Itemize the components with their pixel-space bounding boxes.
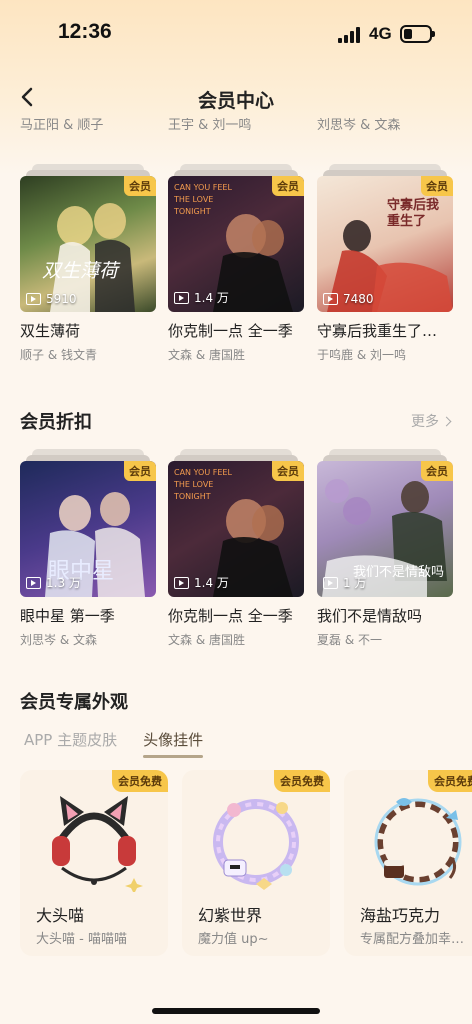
status-bar: 12:36 4G <box>0 0 472 70</box>
tab-app-theme[interactable]: APP 主题皮肤 <box>24 729 117 750</box>
drama-title[interactable]: 眼中星 第一季 <box>20 605 170 626</box>
drama-title[interactable]: 我们不是情敌吗 <box>317 605 467 626</box>
cover-text: 双生薄荷 <box>42 260 119 282</box>
drama-cast: 文森 & 唐国胜 <box>168 348 245 362</box>
avatar-frame-card[interactable]: 会员免费 大头喵 大头喵 - 喵喵喵 <box>20 770 168 956</box>
play-count-icon <box>26 293 41 305</box>
play-count-icon <box>174 291 189 304</box>
drama-cast: 顺子 & 钱文青 <box>20 348 97 362</box>
frame-description: 魔力值 up~ <box>198 932 269 947</box>
play-count-value: 1.3 万 <box>46 576 81 590</box>
cover-image[interactable]: 双生薄荷 会员 5910 <box>20 176 156 312</box>
frame-name: 大头喵 <box>36 906 85 925</box>
frame-name: 幻紫世界 <box>198 906 263 925</box>
cover-image[interactable]: 守寡后我重生了 会员 7480 <box>317 176 453 312</box>
frame-description: 大头喵 - 喵喵喵 <box>36 932 127 947</box>
vip-badge: 会员 <box>421 176 453 196</box>
play-count: 1.3 万 <box>26 574 81 591</box>
play-count-value: 1.4 万 <box>194 576 229 590</box>
section-title-appearance: 会员专属外观 <box>20 692 128 713</box>
play-count-value: 5910 <box>46 292 77 306</box>
signal-icon <box>338 27 362 43</box>
chevron-right-icon <box>441 416 452 426</box>
scrolled-cast-row: 马正阳 & 顺子 王宇 & 刘一鸣 刘思岑 & 文森 <box>0 118 472 134</box>
vip-badge: 会员 <box>124 176 156 196</box>
play-count: 7480 <box>323 292 374 306</box>
nav-bar: 会员中心 <box>0 72 472 124</box>
drama-cast: 刘思岑 & 文森 <box>20 633 97 647</box>
frame-description: 专属配方叠加幸… <box>360 932 465 947</box>
drama-title[interactable]: 守寡后我重生了… <box>317 320 467 341</box>
play-count: 1.4 万 <box>174 289 229 306</box>
avatar-frame-card[interactable]: 会员免费 海盐巧克力 专属配方叠加幸… <box>344 770 472 956</box>
vip-badge: 会员 <box>421 461 453 481</box>
drama-cast: 于呜鹿 & 刘一鸣 <box>317 348 406 362</box>
play-count: 1 万 <box>323 574 366 591</box>
status-time: 12:36 <box>58 20 112 43</box>
play-count-icon <box>323 293 338 305</box>
appearance-tabs: APP 主题皮肤 头像挂件 <box>24 729 204 758</box>
vip-badge: 会员 <box>124 461 156 481</box>
cover-text: CAN YOU FEEL THE LOVE TONIGHT <box>174 183 232 216</box>
sea-salt-chocolate-frame-icon <box>366 788 470 892</box>
tab-avatar-frame[interactable]: 头像挂件 <box>143 729 204 758</box>
network-label: 4G <box>369 24 392 43</box>
drama-title[interactable]: 你克制一点 全一季 <box>168 605 318 626</box>
play-count-value: 7480 <box>343 292 374 306</box>
battery-icon <box>400 25 435 43</box>
cover-image[interactable]: 我们不是情敌吗 会员 1 万 <box>317 461 453 597</box>
cast-text: 刘思岑 & 文森 <box>317 118 401 133</box>
play-count-icon <box>26 576 41 589</box>
cover-text: 我们不是情敌吗 <box>353 565 445 580</box>
more-label: 更多 <box>411 414 439 430</box>
play-count-value: 1.4 万 <box>194 291 229 305</box>
play-count-icon <box>174 576 189 589</box>
frame-name: 海盐巧克力 <box>360 906 441 925</box>
play-count: 5910 <box>26 292 77 306</box>
drama-title[interactable]: 你克制一点 全一季 <box>168 320 318 341</box>
avatar-frame-card[interactable]: 会员免费 幻紫世界 魔力值 up~ <box>182 770 330 956</box>
cast-text: 马正阳 & 顺子 <box>20 118 104 133</box>
cast-text: 王宇 & 刘一鸣 <box>168 118 252 133</box>
drama-title[interactable]: 双生薄荷 <box>20 320 170 341</box>
vip-badge: 会员 <box>272 176 304 196</box>
home-indicator[interactable] <box>152 1008 320 1014</box>
vip-badge: 会员 <box>272 461 304 481</box>
cover-text: 守寡后我重生了 <box>387 198 440 229</box>
cover-image[interactable]: 眼中星 会员 1.3 万 <box>20 461 156 597</box>
cover-image[interactable]: CAN YOU FEEL THE LOVE TONIGHT 会员 1.4 万 <box>168 461 304 597</box>
play-count-value: 1 万 <box>343 576 367 590</box>
cat-ear-headphones-frame-icon <box>42 788 146 894</box>
cover-image[interactable]: CAN YOU FEEL THE LOVE TONIGHT 会员 1.4 万 <box>168 176 304 312</box>
more-link[interactable]: 更多 <box>411 411 452 431</box>
play-count: 1.4 万 <box>174 574 229 591</box>
play-count-icon <box>323 576 338 589</box>
drama-cast: 文森 & 唐国胜 <box>168 633 245 647</box>
drama-cast: 夏磊 & 不一 <box>317 633 382 647</box>
cover-text: CAN YOU FEEL THE LOVE TONIGHT <box>174 468 232 501</box>
section-title-discount: 会员折扣 <box>20 412 92 433</box>
page-title: 会员中心 <box>197 90 274 112</box>
purple-fantasy-frame-icon <box>204 788 308 892</box>
